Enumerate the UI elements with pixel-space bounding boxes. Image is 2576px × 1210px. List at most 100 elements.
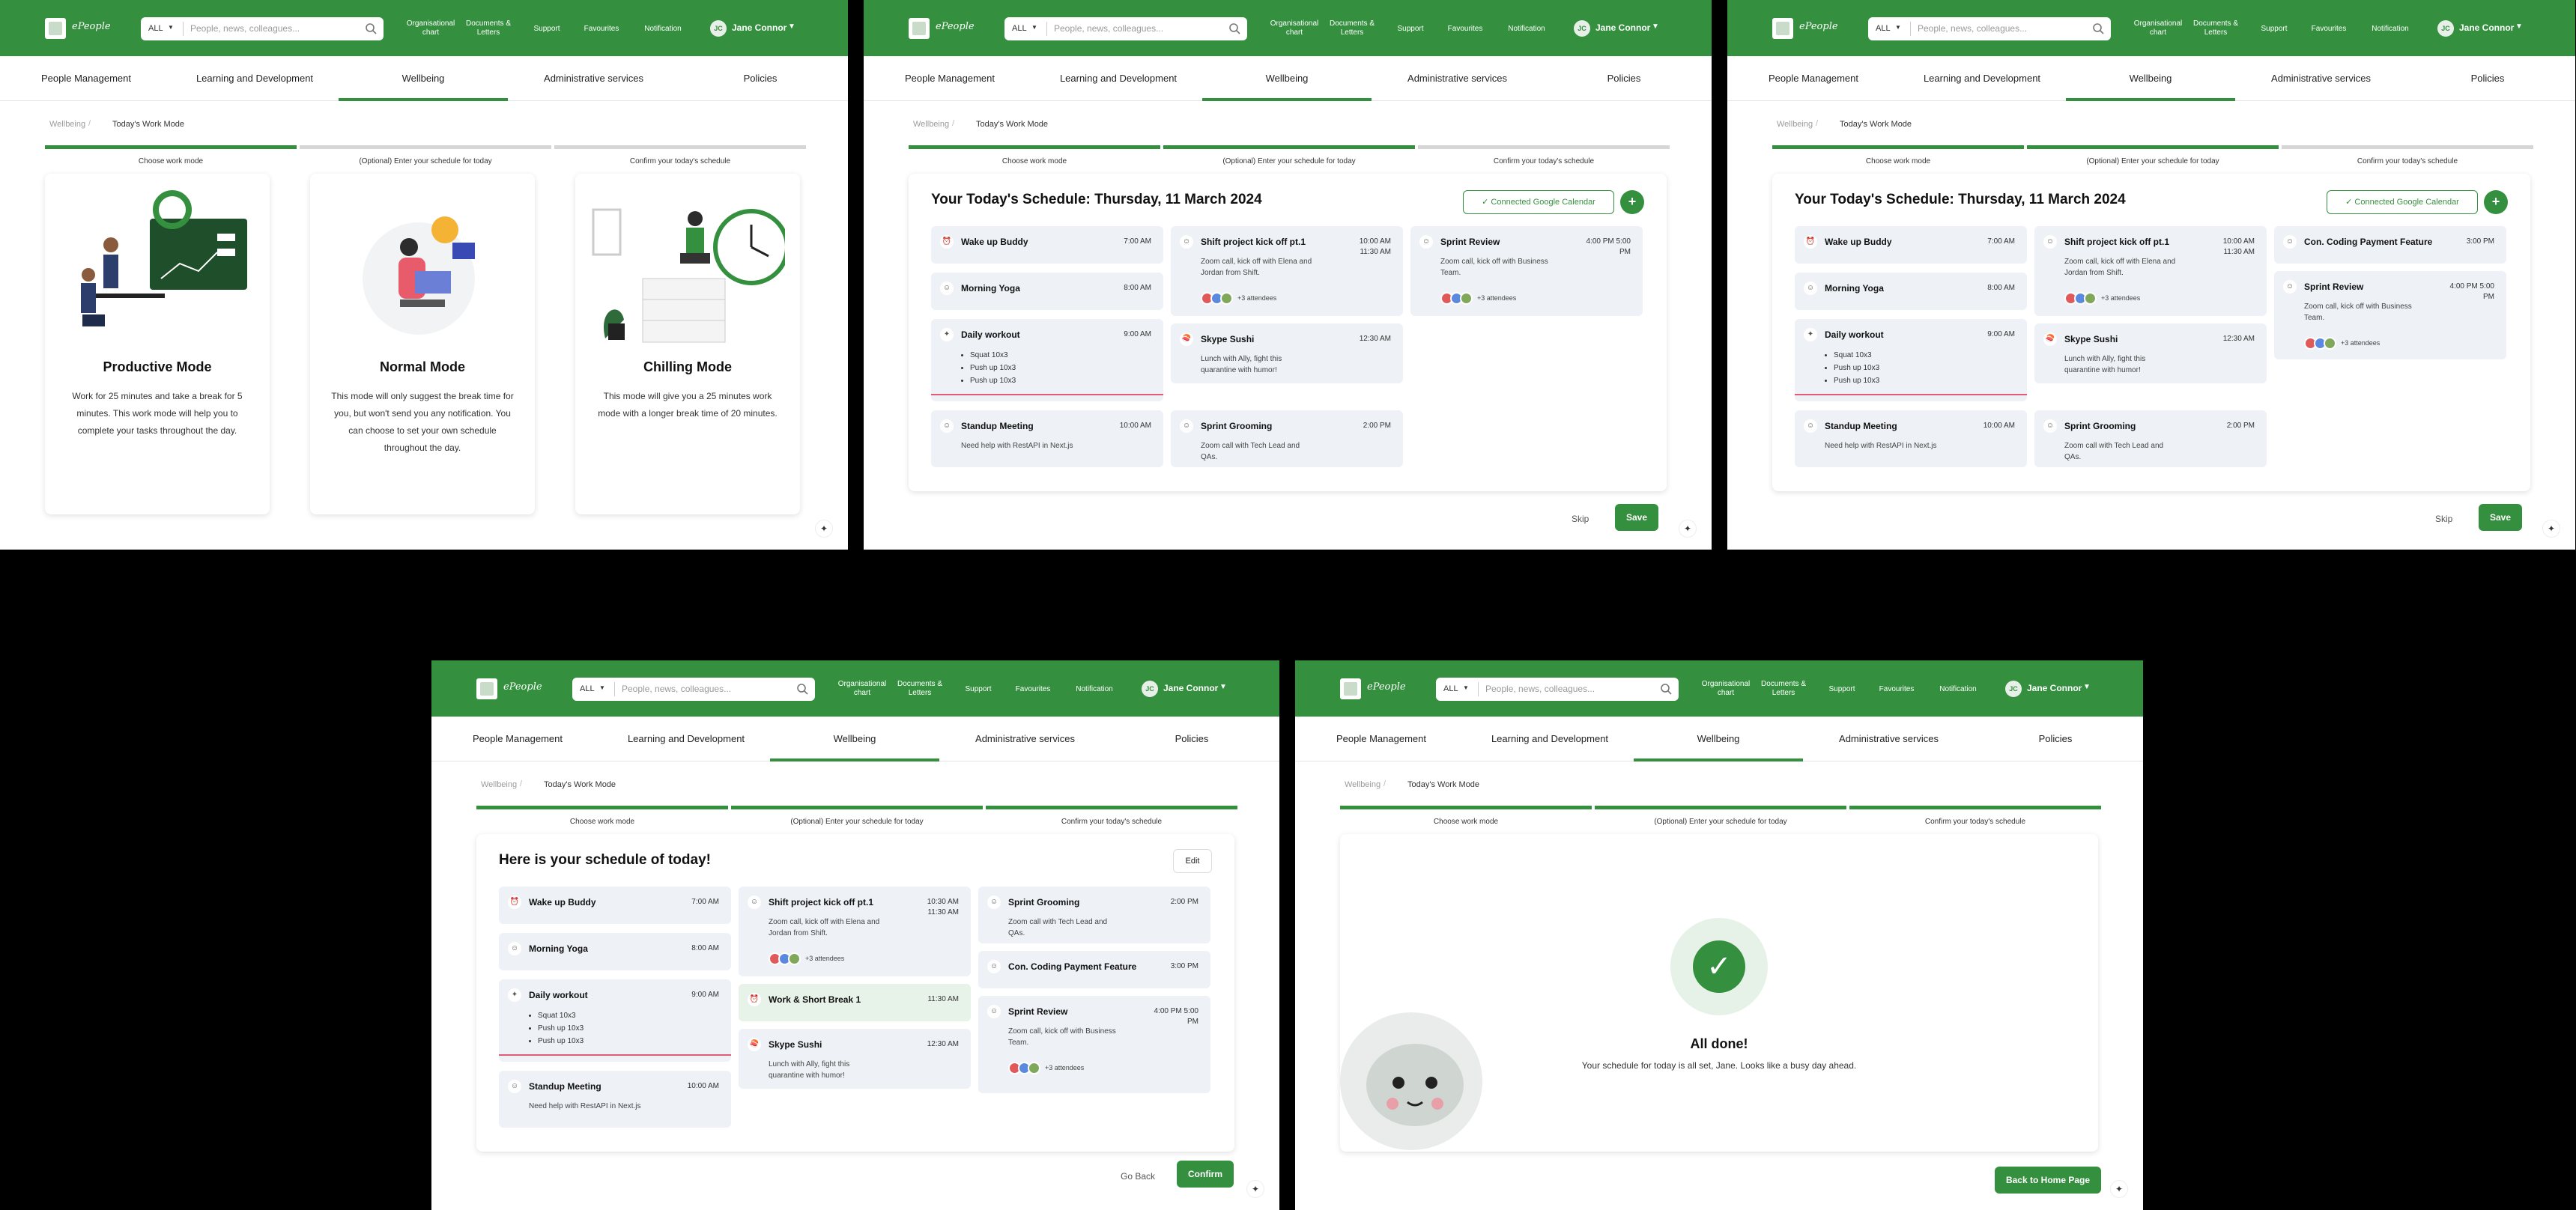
nav-documents[interactable]: Documents & Letters (1322, 19, 1382, 37)
tab-admin[interactable]: Administrative services (1373, 73, 1542, 84)
google-calendar-button[interactable]: ✓ Connected Google Calendar (2327, 190, 2478, 214)
nav-favourites[interactable]: Favourites (2303, 25, 2355, 34)
search-input[interactable]: People, news, colleagues... (1485, 684, 1595, 694)
event-morning-yoga[interactable]: ☺ Morning Yoga 8:00 AM (499, 933, 731, 970)
event-sprint-grooming[interactable]: ☺ Sprint Grooming 2:00 PM Zoom call with Te… (978, 887, 1210, 943)
nav-notification[interactable]: Notification (633, 25, 693, 34)
event-short-break[interactable]: ⏰ Work & Short Break 1 11:30 AM (739, 984, 971, 1021)
skip-button[interactable]: Skip (1572, 514, 1589, 524)
nav-notification[interactable]: Notification (1497, 25, 1557, 34)
logo[interactable] (909, 18, 930, 39)
tab-admin[interactable]: Administrative services (941, 733, 1109, 744)
event-standup[interactable]: ☺ Standup Meeting 10:00 AM Need help wit… (1795, 410, 2027, 467)
search-icon[interactable] (796, 683, 809, 696)
event-sprint-review[interactable]: ☺ Sprint Review 4:00 PM 5:00 PM Zoom call, … (1410, 226, 1643, 316)
nav-support[interactable]: Support (1384, 25, 1437, 34)
breadcrumb-parent[interactable]: Wellbeing (481, 780, 517, 789)
back-home-button[interactable]: Back to Home Page (1995, 1167, 2101, 1194)
nav-org-chart[interactable]: Organisational chart (1264, 19, 1324, 37)
sparkle-icon[interactable]: ✦ (815, 520, 833, 538)
skip-button[interactable]: Skip (2435, 514, 2452, 524)
nav-favourites[interactable]: Favourites (1007, 685, 1059, 694)
tab-policies[interactable]: Policies (1128, 733, 1255, 744)
search-scope[interactable]: ALL (148, 24, 163, 33)
event-sprint-review[interactable]: ☺ Sprint Review 4:00 PM 5:00 PM Zoom call, … (2274, 271, 2506, 359)
tab-policies[interactable]: Policies (1560, 73, 1688, 84)
event-sprint-grooming[interactable]: ☺ Sprint Grooming 2:00 PM Zoom call with Te… (2034, 410, 2267, 467)
nav-favourites[interactable]: Favourites (575, 25, 628, 34)
search-scope[interactable]: ALL (1012, 24, 1027, 33)
tab-people-management[interactable]: People Management (1757, 73, 1870, 84)
nav-notification[interactable]: Notification (2360, 25, 2420, 34)
event-shift-kickoff[interactable]: ☺ Shift project kick off pt.1 10:00 AM 11:… (2034, 226, 2267, 316)
tab-admin[interactable]: Administrative services (509, 73, 678, 84)
logo[interactable] (45, 18, 66, 39)
event-shift-kickoff[interactable]: ☺ Shift project kick off pt.1 10:30 AM 11:… (739, 887, 971, 976)
nav-org-chart[interactable]: Organisational chart (1696, 680, 1756, 698)
chevron-down-icon[interactable]: ▼ (2083, 683, 2091, 691)
search-input[interactable]: People, news, colleagues... (622, 684, 731, 694)
tab-admin[interactable]: Administrative services (2237, 73, 2405, 84)
user-name[interactable]: Jane Connor (1595, 22, 1650, 33)
event-skype-sushi[interactable]: 🍣 Skype Sushi 12:30 AM Lunch with Ally, fig… (739, 1029, 971, 1089)
avatar[interactable]: JC (1142, 681, 1158, 697)
chevron-down-icon[interactable]: ▼ (1463, 684, 1469, 691)
event-skype-sushi[interactable]: 🍣 Skype Sushi 12:30 AM Lunch with Ally, fig… (1171, 323, 1403, 383)
confirm-button[interactable]: Confirm (1177, 1161, 1234, 1188)
search-icon[interactable] (365, 22, 378, 35)
google-calendar-button[interactable]: ✓ Connected Google Calendar (1463, 190, 1614, 214)
sparkle-icon[interactable]: ✦ (1246, 1180, 1264, 1198)
tab-wellbeing[interactable]: Wellbeing (1202, 73, 1372, 84)
tab-policies[interactable]: Policies (2424, 73, 2551, 84)
event-skype-sushi[interactable]: 🍣 Skype Sushi 12:30 AM Lunch with Ally, fig… (2034, 323, 2267, 383)
nav-documents[interactable]: Documents & Letters (458, 19, 518, 37)
nav-support[interactable]: Support (2248, 25, 2300, 34)
event-coding-payment[interactable]: ☺ Con. Coding Payment Feature 3:00 PM (2274, 226, 2506, 264)
event-morning-yoga[interactable]: ☺ Morning Yoga 8:00 AM (931, 273, 1163, 310)
user-name[interactable]: Jane Connor (2459, 22, 2514, 33)
event-wake-up[interactable]: ⏰ Wake up Buddy 7:00 AM (499, 887, 731, 924)
event-morning-yoga[interactable]: ☺ Morning Yoga 8:00 AM (1795, 273, 2027, 310)
nav-support[interactable]: Support (521, 25, 573, 34)
event-sprint-review[interactable]: ☺ Sprint Review 4:00 PM 5:00 PM Zoom call, … (978, 996, 1210, 1093)
attendees[interactable]: +3 attendees (2304, 337, 2380, 350)
search-icon[interactable] (1228, 22, 1241, 35)
sparkle-icon[interactable]: ✦ (2110, 1180, 2128, 1198)
event-daily-workout[interactable]: ✦ Daily workout 9:00 AM Squat 10x3 Push … (931, 319, 1163, 401)
sparkle-icon[interactable]: ✦ (2542, 520, 2560, 538)
event-daily-workout[interactable]: ✦ Daily workout 9:00 AM Squat 10x3 Push … (1795, 319, 2027, 401)
tab-people-management[interactable]: People Management (461, 733, 574, 744)
nav-org-chart[interactable]: Organisational chart (2128, 19, 2188, 37)
chevron-down-icon[interactable]: ▼ (1652, 22, 1659, 31)
breadcrumb-parent[interactable]: Wellbeing (913, 120, 949, 129)
edit-button[interactable]: Edit (1173, 849, 1212, 873)
search-scope[interactable]: ALL (1876, 24, 1891, 33)
nav-favourites[interactable]: Favourites (1439, 25, 1491, 34)
nav-support[interactable]: Support (1816, 685, 1868, 694)
tab-wellbeing[interactable]: Wellbeing (1634, 733, 1803, 744)
mode-card-normal[interactable]: Normal Mode This mode will only suggest … (310, 174, 535, 514)
nav-support[interactable]: Support (952, 685, 1004, 694)
avatar[interactable]: JC (2437, 20, 2454, 37)
mode-card-chilling[interactable]: Chilling Mode This mode will give you a … (575, 174, 800, 514)
search-scope[interactable]: ALL (1443, 684, 1458, 693)
tab-policies[interactable]: Policies (697, 73, 824, 84)
search-bar[interactable]: ALL ▼ People, news, colleagues... (141, 17, 384, 40)
event-daily-workout[interactable]: ✦ Daily workout 9:00 AM Squat 10x3 Push … (499, 979, 731, 1062)
event-standup[interactable]: ☺ Standup Meeting 10:00 AM Need help wit… (499, 1071, 731, 1128)
tab-wellbeing[interactable]: Wellbeing (2066, 73, 2235, 84)
tab-people-management[interactable]: People Management (1325, 733, 1437, 744)
attendees[interactable]: +3 attendees (1008, 1062, 1084, 1074)
search-input[interactable]: People, news, colleagues... (190, 23, 300, 34)
tab-learning[interactable]: Learning and Development (1915, 73, 2049, 84)
chevron-down-icon[interactable]: ▼ (1895, 24, 1901, 31)
breadcrumb-parent[interactable]: Wellbeing (1777, 120, 1813, 129)
nav-notification[interactable]: Notification (1064, 685, 1124, 694)
avatar[interactable]: JC (710, 20, 727, 37)
chevron-down-icon[interactable]: ▼ (599, 684, 605, 691)
logo[interactable] (1772, 18, 1793, 39)
save-button[interactable]: Save (2479, 504, 2522, 531)
search-bar[interactable]: ALL ▼ People, news, colleagues... (1004, 17, 1247, 40)
search-input[interactable]: People, news, colleagues... (1918, 23, 2027, 34)
nav-documents[interactable]: Documents & Letters (2186, 19, 2246, 37)
